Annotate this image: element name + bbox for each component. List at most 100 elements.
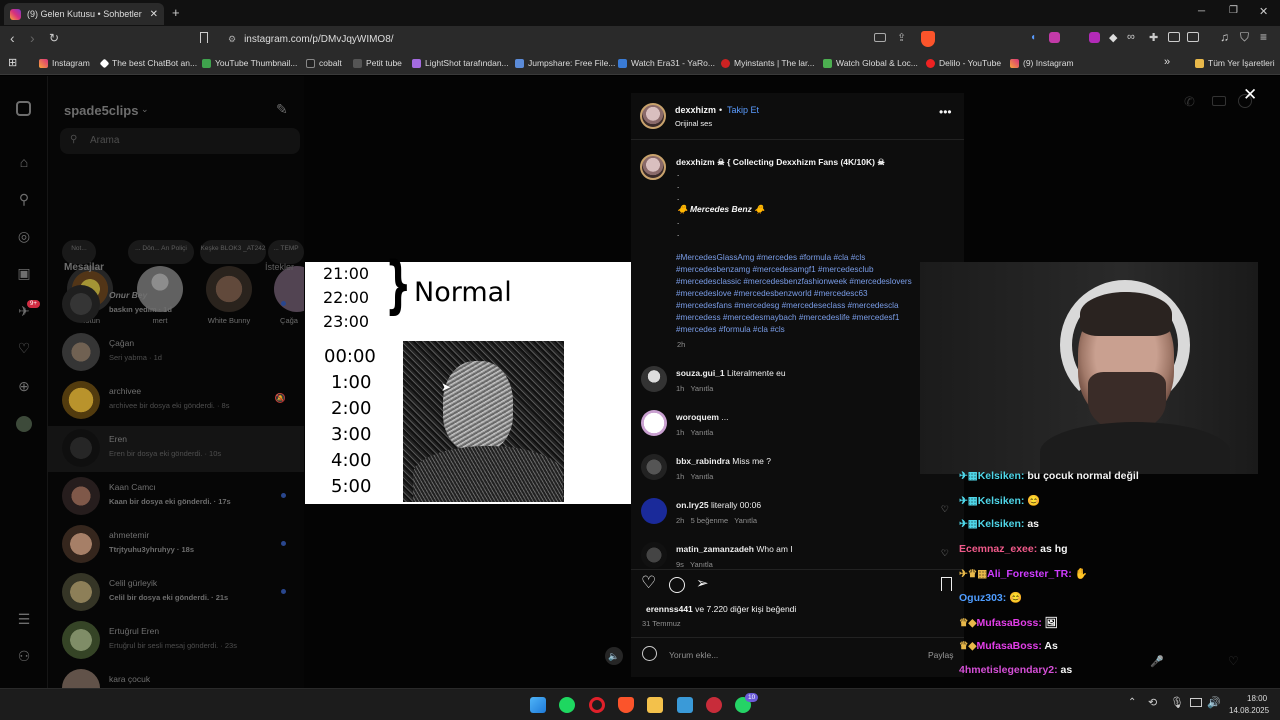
comment-input[interactable]: Yorum ekle... — [669, 650, 718, 660]
chat-user[interactable]: MufasaBoss: — [977, 617, 1042, 629]
likes-summary[interactable]: erennss441 ve 7.220 diğer kişi beğendi — [646, 604, 796, 614]
post-image[interactable]: 21:00 22:00 23:00 } Normal 00:00 1:00 2:… — [305, 254, 631, 504]
apps-icon[interactable]: ⊞ — [8, 56, 17, 69]
share-comment-button[interactable]: Paylaş — [928, 650, 954, 660]
audio-label[interactable]: Orijinal ses — [675, 119, 712, 128]
bookmark-item[interactable]: LightShot tarafından... — [412, 58, 509, 68]
more-menu-icon[interactable]: ☰ — [16, 611, 32, 627]
profile-avatar[interactable] — [16, 416, 32, 432]
hashtag-line[interactable]: #mercedesclassic #mercedesbenzfashionwee… — [676, 277, 912, 286]
chat-user[interactable]: Kelsiken: — [978, 470, 1025, 482]
commenter-avatar[interactable] — [641, 498, 667, 524]
search-icon[interactable]: ⚲ — [16, 191, 32, 207]
conversation-item[interactable]: Kaan Camcı Kaan bir dosya eki gönderdi. ·… — [62, 474, 294, 520]
hashtag-line[interactable]: #mercedess #mercedesmaybach #mercedeslif… — [676, 313, 899, 322]
like-icon[interactable]: ♡ — [641, 573, 656, 593]
conversation-item[interactable]: Celil gürleyik Celil bir dosya eki gönder… — [62, 570, 294, 616]
comment-meta[interactable]: 1h Yanıtla — [676, 384, 713, 393]
comment-user[interactable]: on.lry25 — [676, 500, 709, 510]
chat-user[interactable]: MufasaBoss: — [977, 640, 1042, 652]
comment-meta[interactable]: 1h Yanıtla — [676, 472, 713, 481]
commenter-avatar[interactable] — [641, 366, 667, 392]
bookmark-item[interactable]: YouTube Thumbnail... — [202, 58, 297, 68]
minimize-button[interactable]: ─ — [1198, 6, 1205, 17]
maximize-button[interactable]: ❐ — [1229, 5, 1238, 16]
chat-user[interactable]: 4hmetislegendary2: — [959, 664, 1058, 676]
like-comment-icon[interactable]: ♡ — [941, 504, 949, 515]
home-icon[interactable]: ⌂ — [16, 154, 32, 170]
comment-meta[interactable]: 9s Yanıtla — [676, 560, 713, 568]
comment-user[interactable]: souza.gui_1 — [676, 368, 725, 378]
note-bubble[interactable]: ... Dön... Arı Poliçi — [128, 240, 194, 264]
notifications-icon[interactable]: ♡ — [16, 340, 32, 356]
comment-meta[interactable]: 2h 5 beğenme Yanıtla — [676, 516, 757, 525]
commenter-avatar[interactable] — [641, 454, 667, 480]
emoji-icon[interactable] — [642, 646, 657, 661]
brave-shield-icon[interactable] — [921, 31, 935, 47]
commenter-avatar[interactable] — [641, 410, 667, 436]
author-username[interactable]: dexxhizm — [675, 105, 716, 115]
note-bubble[interactable]: ... TEMP — [268, 240, 304, 264]
bookmark-item[interactable]: Watch Era31 - YaRo... — [618, 58, 715, 68]
app-icon[interactable] — [706, 697, 722, 713]
wallet-icon[interactable] — [1187, 32, 1199, 42]
sidebar-icon[interactable] — [1168, 32, 1180, 42]
instagram-logo-icon[interactable] — [16, 101, 31, 116]
extension-magenta-icon[interactable] — [1089, 32, 1100, 43]
spotify-icon[interactable] — [559, 697, 575, 713]
hashtag-line[interactable]: #mercedes #formula #cla #cls — [676, 325, 785, 334]
close-tab-icon[interactable]: ✕ — [150, 9, 158, 20]
clock-time[interactable]: 18:00 — [1247, 694, 1267, 703]
comment-user[interactable]: bbx_rabindra — [676, 456, 730, 466]
share-icon[interactable]: ⇪ — [897, 31, 906, 44]
url-field[interactable]: ⚙ instagram.com/p/DMvJqyWIMO8/ — [218, 29, 938, 50]
chat-user[interactable]: Oguz303: — [959, 592, 1006, 604]
more-bookmarks-icon[interactable]: » — [1164, 56, 1170, 68]
hashtag-line[interactable]: #MercedesGlassAmg #mercedes #formula #cl… — [676, 253, 865, 262]
conversation-item[interactable]: Çağan Seri yabma · 1d — [62, 330, 294, 376]
forward-icon[interactable]: › — [30, 30, 35, 46]
chat-user[interactable]: Ecemnaz_exee: — [959, 543, 1037, 555]
extension-purple-icon[interactable] — [1049, 32, 1060, 43]
likes-user[interactable]: erennss441 — [646, 604, 693, 614]
follow-button[interactable]: Takip Et — [727, 105, 759, 115]
create-icon[interactable]: ⊕ — [16, 378, 32, 394]
tray-volume-icon[interactable]: 🔊 — [1207, 696, 1221, 709]
conversation-item[interactable]: Ertuğrul Eren Ertuğrul bir sesli mesaj gö… — [62, 618, 294, 664]
cast-icon[interactable] — [874, 33, 886, 42]
requests-link[interactable]: İstekler — [265, 262, 294, 272]
comment-user[interactable]: woroquem — [676, 412, 719, 422]
new-message-icon[interactable]: ✎ — [276, 101, 288, 118]
hashtag-line[interactable]: #mercedesbenzamg #mercedesamgf1 #mercede… — [676, 265, 874, 274]
bookmark-item[interactable]: The best ChatBot an... — [99, 58, 197, 68]
bookmark-item[interactable]: Myinstants | The lar... — [721, 58, 814, 68]
bookmark-item[interactable]: Watch Global & Loc... — [823, 58, 918, 68]
menu-icon[interactable]: ≡ — [1260, 30, 1267, 44]
share-post-icon[interactable]: ➢ — [696, 574, 709, 592]
start-icon[interactable] — [530, 697, 546, 713]
conversation-item-selected[interactable]: Eren Eren bir dosya eki gönderdi. · 10s — [48, 426, 304, 472]
note-bubble[interactable]: Not... — [62, 240, 96, 264]
tray-mic-icon[interactable]: 🎙 — [1170, 696, 1184, 709]
more-options-icon[interactable]: ••• — [939, 105, 952, 119]
tab-active[interactable]: (9) Gelen Kutusu • Sohbetler ✕ — [4, 3, 164, 25]
extensions-icon[interactable]: ◖ — [1030, 32, 1036, 43]
commenter-avatar[interactable] — [641, 542, 667, 568]
like-comment-icon[interactable]: ♡ — [941, 548, 949, 559]
extension-diamond-icon[interactable]: ◆ — [1109, 31, 1117, 44]
meta-icon[interactable]: ⚇ — [16, 648, 32, 664]
bookmark-icon[interactable] — [200, 32, 208, 43]
reels-icon[interactable]: ▣ — [16, 265, 32, 281]
hashtag-line[interactable]: #mercedeslove #mercedesbenzworld #merced… — [676, 289, 868, 298]
account-username[interactable]: spade5clips — [64, 103, 138, 118]
comment-user[interactable]: matin_zamanzadeh — [676, 544, 754, 554]
tray-monitor-icon[interactable] — [1190, 698, 1202, 707]
new-tab-button[interactable]: + — [172, 5, 180, 20]
author-avatar[interactable] — [640, 103, 666, 129]
bookmark-item[interactable]: Delilo - YouTube — [926, 58, 1001, 68]
chat-user[interactable]: Kelsiken: — [978, 518, 1025, 530]
conversation-item[interactable]: archivee archivee bir dosya eki gönderdi.… — [62, 378, 294, 424]
hashtag-line[interactable]: #mercedesfans #mercedesg #mercedeseclass… — [676, 301, 899, 310]
chat-user[interactable]: Ali_Forester_TR: — [987, 568, 1072, 580]
close-modal-icon[interactable]: ✕ — [1243, 85, 1257, 105]
